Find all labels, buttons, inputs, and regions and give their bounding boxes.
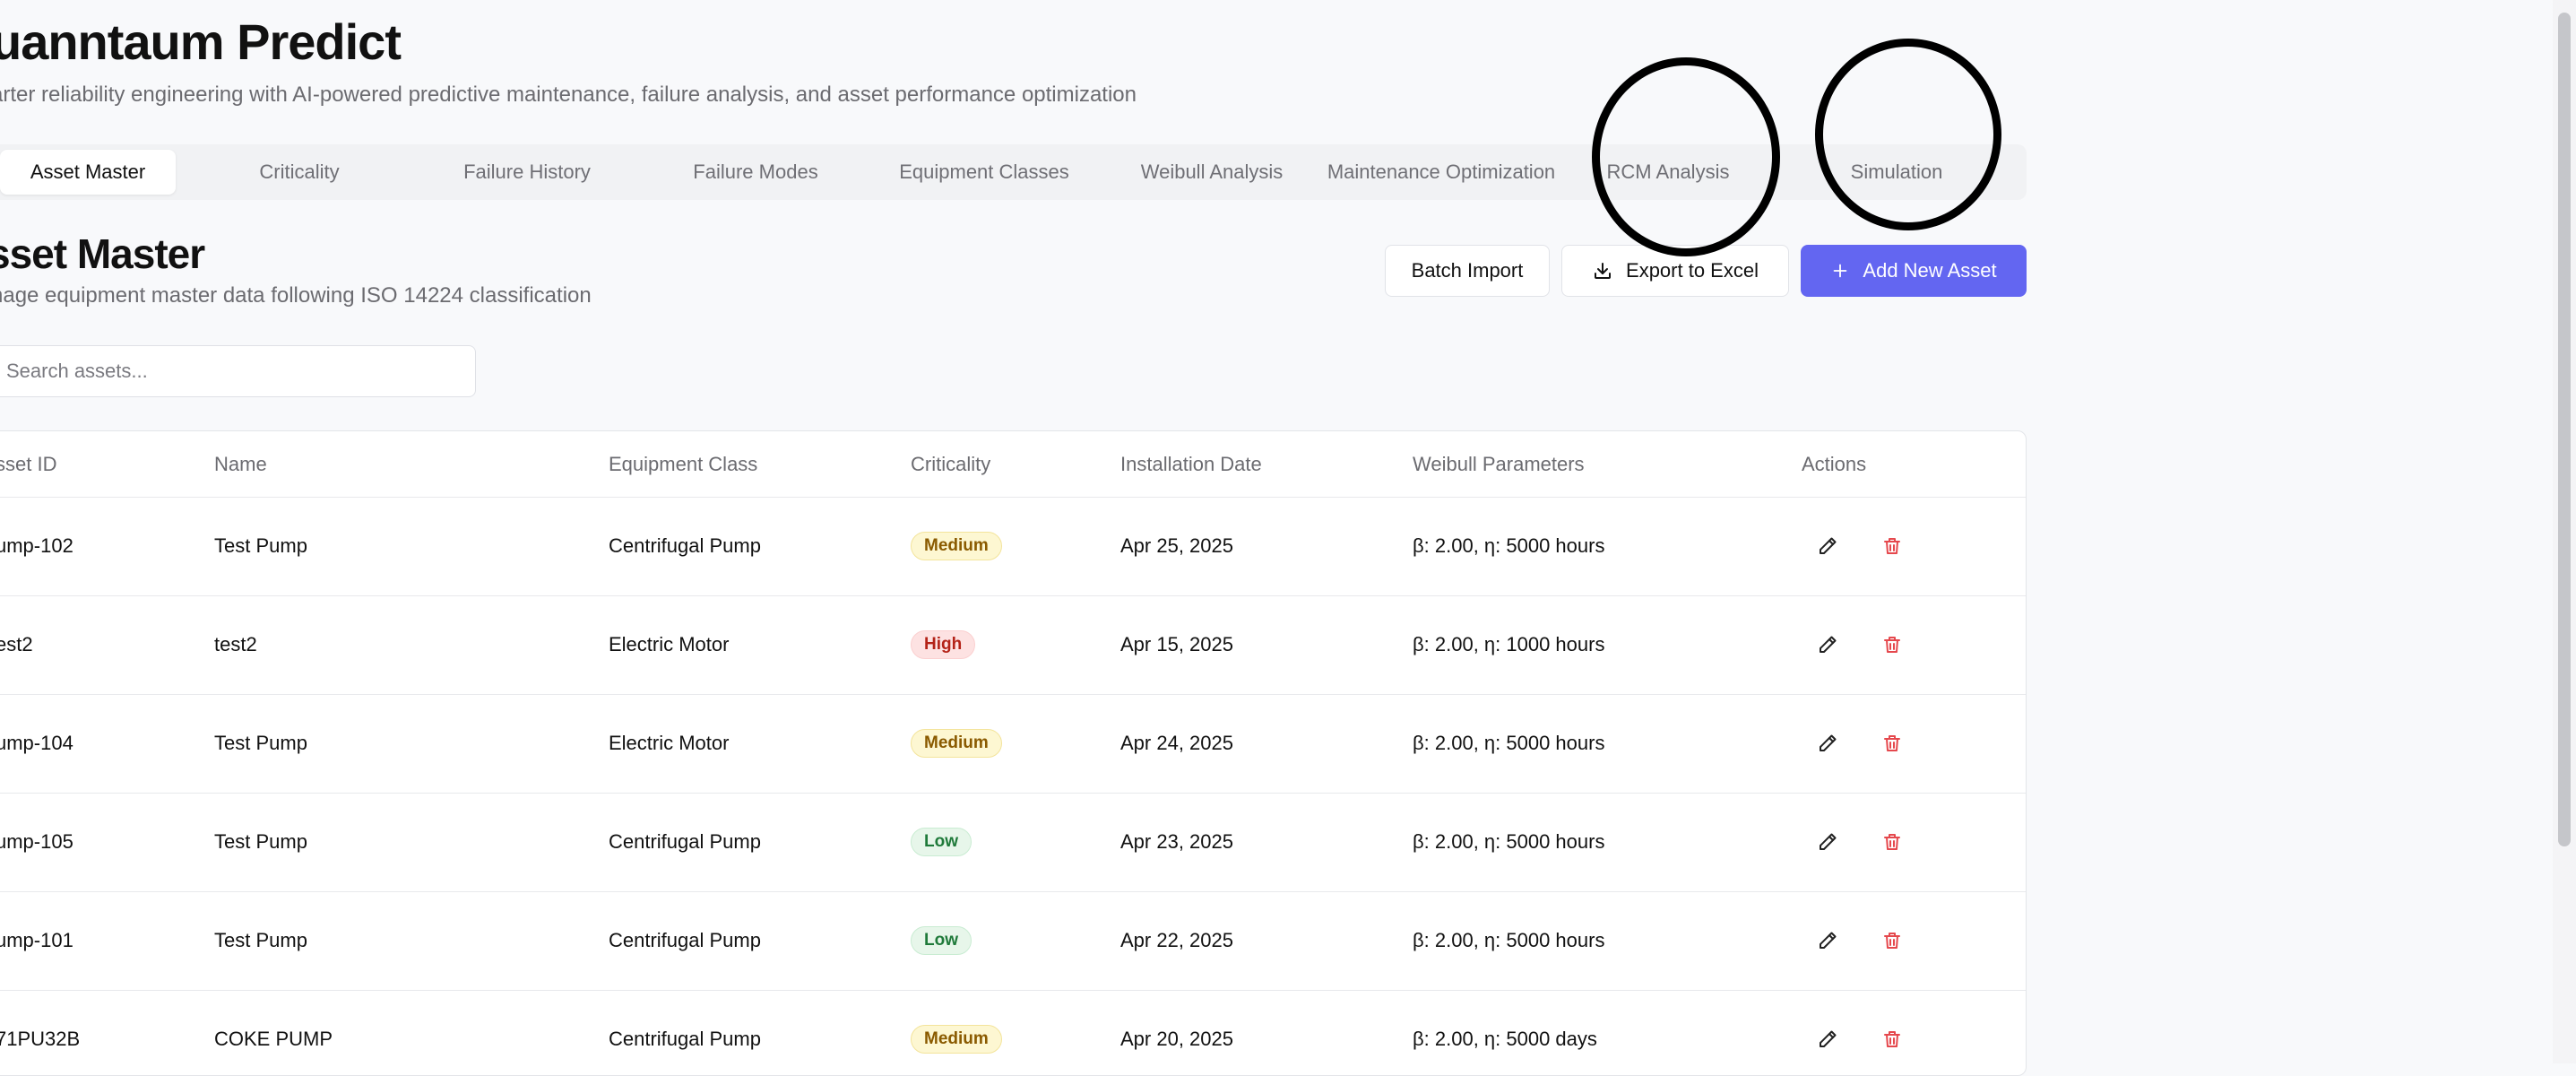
criticality-badge: Medium (911, 729, 1002, 758)
section-title: sset Master (0, 230, 205, 277)
asset-name-cell: Test Pump (214, 732, 307, 754)
weibull-parameters-cell: β: 2.00, η: 5000 hours (1413, 732, 1605, 754)
assets-table: sset ID Name Equipment Class Criticality… (0, 430, 2027, 1076)
trash-icon[interactable] (1879, 631, 1906, 658)
tab-failure-modes[interactable]: Failure Modes (650, 150, 861, 195)
column-header-installation-date[interactable]: Installation Date (1120, 431, 1262, 497)
asset-id-cell: ump-105 (0, 830, 73, 853)
pencil-icon[interactable] (1814, 1026, 1841, 1053)
trash-icon[interactable] (1879, 927, 1906, 954)
table-header-row: sset ID Name Equipment Class Criticality… (0, 431, 2026, 498)
tab-equipment-classes[interactable]: Equipment Classes (878, 150, 1090, 195)
column-header-actions: Actions (1802, 452, 1867, 475)
asset-name-cell: test2 (214, 633, 257, 655)
installation-date-cell: Apr 15, 2025 (1120, 633, 1233, 655)
vertical-scrollbar[interactable] (2553, 0, 2576, 1063)
annotation-circle-simulation (1815, 39, 2001, 230)
equipment-class-cell: Centrifugal Pump (609, 929, 761, 951)
trash-icon[interactable] (1879, 533, 1906, 560)
criticality-badge: Medium (911, 532, 1002, 560)
table-row[interactable]: ump-105 Test Pump Centrifugal Pump Low A… (0, 793, 2026, 892)
table-row[interactable]: ump-101 Test Pump Centrifugal Pump Low A… (0, 891, 2026, 991)
asset-id-cell: ump-104 (0, 732, 73, 754)
asset-name-cell: Test Pump (214, 830, 307, 853)
weibull-parameters-cell: β: 2.00, η: 1000 hours (1413, 633, 1605, 655)
add-new-asset-button[interactable]: Add New Asset (1801, 245, 2027, 297)
equipment-class-cell: Electric Motor (609, 732, 730, 754)
tab-weibull-analysis[interactable]: Weibull Analysis (1106, 150, 1318, 195)
trash-icon[interactable] (1879, 730, 1906, 757)
table-row[interactable]: est2 test2 Electric Motor High Apr 15, 2… (0, 595, 2026, 695)
weibull-parameters-cell: β: 2.00, η: 5000 hours (1413, 830, 1605, 853)
weibull-parameters-cell: β: 2.00, η: 5000 hours (1413, 929, 1605, 951)
asset-name-cell: Test Pump (214, 929, 307, 951)
column-header-criticality[interactable]: Criticality (911, 431, 990, 497)
asset-id-cell: ump-102 (0, 534, 73, 557)
asset-id-cell: ump-101 (0, 929, 73, 951)
app-subtitle: arter reliability engineering with AI-po… (0, 82, 1137, 107)
add-new-asset-label: Add New Asset (1863, 259, 1997, 282)
batch-import-label: Batch Import (1411, 259, 1524, 282)
pencil-icon[interactable] (1814, 533, 1841, 560)
search-input[interactable] (0, 345, 476, 397)
asset-id-cell: est2 (0, 633, 33, 655)
installation-date-cell: Apr 24, 2025 (1120, 732, 1233, 754)
section-description: nage equipment master data following ISO… (0, 283, 592, 308)
pencil-icon[interactable] (1814, 927, 1841, 954)
criticality-badge: High (911, 630, 976, 659)
equipment-class-cell: Centrifugal Pump (609, 534, 761, 557)
equipment-class-cell: Electric Motor (609, 633, 730, 655)
column-header-asset-id[interactable]: sset ID (0, 431, 56, 497)
table-row[interactable]: ump-104 Test Pump Electric Motor Medium … (0, 694, 2026, 794)
download-icon (1592, 260, 1613, 282)
app-title: uanntaum Predict (0, 13, 402, 70)
criticality-badge: Medium (911, 1025, 1002, 1054)
annotation-circle-rcm-analysis (1592, 57, 1780, 256)
pencil-icon[interactable] (1814, 631, 1841, 658)
trash-icon[interactable] (1879, 1026, 1906, 1053)
pencil-icon[interactable] (1814, 829, 1841, 855)
tab-criticality[interactable]: Criticality (194, 150, 405, 195)
criticality-badge: Low (911, 926, 972, 955)
criticality-badge: Low (911, 828, 972, 856)
tab-asset-master[interactable]: Asset Master (0, 150, 176, 195)
scrollbar-thumb[interactable] (2558, 13, 2571, 846)
column-header-name[interactable]: Name (214, 431, 267, 497)
column-header-weibull-parameters[interactable]: Weibull Parameters (1413, 431, 1585, 497)
batch-import-button[interactable]: Batch Import (1385, 245, 1550, 297)
table-row[interactable]: ump-102 Test Pump Centrifugal Pump Mediu… (0, 497, 2026, 596)
equipment-class-cell: Centrifugal Pump (609, 830, 761, 853)
column-header-equipment-class[interactable]: Equipment Class (609, 431, 757, 497)
plus-icon (1830, 261, 1850, 281)
pencil-icon[interactable] (1814, 730, 1841, 757)
tab-failure-history[interactable]: Failure History (421, 150, 633, 195)
installation-date-cell: Apr 23, 2025 (1120, 830, 1233, 853)
export-excel-label: Export to Excel (1626, 259, 1759, 282)
installation-date-cell: Apr 22, 2025 (1120, 929, 1233, 951)
tab-maintenance-optimization[interactable]: Maintenance Optimization (1309, 150, 1574, 195)
installation-date-cell: Apr 25, 2025 (1120, 534, 1233, 557)
trash-icon[interactable] (1879, 829, 1906, 855)
weibull-parameters-cell: β: 2.00, η: 5000 hours (1413, 534, 1605, 557)
asset-name-cell: Test Pump (214, 534, 307, 557)
